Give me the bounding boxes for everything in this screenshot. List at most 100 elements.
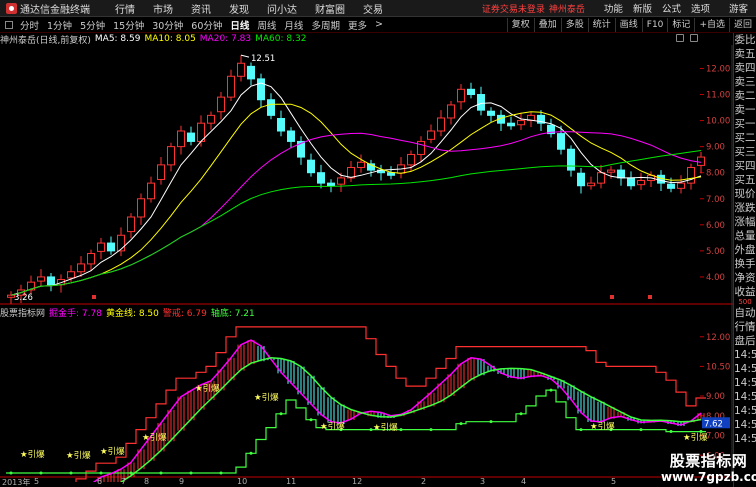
- sidebar-item-10[interactable]: 买五: [734, 173, 756, 187]
- kline-chart-area[interactable]: 4.005.006.007.008.009.0010.0011.0012.006…: [0, 45, 733, 482]
- sidebar-item-1[interactable]: 卖五: [734, 47, 756, 61]
- menu-zixun[interactable]: 资讯: [182, 1, 220, 16]
- period-30min[interactable]: 30分钟: [148, 18, 187, 32]
- layout-icon[interactable]: [5, 20, 13, 29]
- quote-sidebar: 委比 卖五 卖四 卖三 卖二 卖一 买一 买二 买三 买四 买五 现价 涨跌 涨幅 总量 外盘 换手 净资 收益 50…: [733, 33, 756, 487]
- main-ytick-label-7: 11.00: [706, 91, 730, 101]
- trading-app: { "app": {"title": "通达信金融终端", "menu": ["…: [0, 0, 756, 487]
- sidebar-item-11[interactable]: 现价: [734, 187, 756, 201]
- kline-candle: [267, 99, 275, 116]
- kline-candle: [157, 164, 165, 180]
- period-more[interactable]: 更多: [344, 18, 371, 32]
- sidebar-item-18[interactable]: 收益: [734, 285, 756, 299]
- menu-gongshi[interactable]: 公式: [657, 1, 686, 15]
- kline-candle: [317, 172, 325, 184]
- kline-candle: [127, 216, 135, 233]
- kline-candle: [607, 169, 615, 173]
- period-daily[interactable]: 日线: [226, 18, 253, 32]
- sidebar-item-19[interactable]: 500: [734, 299, 756, 306]
- zhoudi-dot: [579, 428, 583, 432]
- sidebar-item-0[interactable]: 委比: [734, 33, 756, 47]
- sidebar-item-23[interactable]: 14:50: [734, 348, 756, 362]
- zhoudi-dot: [39, 471, 43, 475]
- menu-jiaoyi[interactable]: 交易: [354, 1, 392, 16]
- sidebar-item-17[interactable]: 净资: [734, 271, 756, 285]
- sidebar-item-21[interactable]: 行情: [734, 320, 756, 334]
- kline-candle: [177, 130, 185, 148]
- tool-duogu[interactable]: 多股: [560, 17, 588, 32]
- sidebar-item-25[interactable]: 14:50: [734, 376, 756, 390]
- kline-candle: [167, 146, 175, 166]
- sidebar-item-26[interactable]: 14:50: [734, 390, 756, 404]
- sidebar-item-4[interactable]: 卖二: [734, 89, 756, 103]
- menu-wenxiaoda[interactable]: 问小达: [258, 1, 306, 16]
- tool-fuquan[interactable]: 复权: [506, 17, 534, 32]
- kline-candle: [37, 276, 45, 282]
- menu-gongneng[interactable]: 功能: [599, 1, 628, 15]
- sidebar-item-15[interactable]: 外盘: [734, 243, 756, 257]
- signal-label-4: ★引爆: [195, 383, 220, 394]
- period-5min[interactable]: 5分钟: [76, 18, 109, 32]
- sidebar-item-9[interactable]: 买四: [734, 159, 756, 173]
- menu-xinban[interactable]: 新版: [628, 1, 657, 15]
- zhoudi-dot: [399, 428, 403, 432]
- sidebar-item-8[interactable]: 买三: [734, 145, 756, 159]
- tool-huaxian[interactable]: 画线: [614, 17, 642, 32]
- login-notice[interactable]: 证券交易未登录: [482, 2, 549, 15]
- sidebar-item-28[interactable]: 14:50: [734, 418, 756, 432]
- menu-faxian[interactable]: 发现: [220, 1, 258, 16]
- kline-candle: [307, 159, 315, 174]
- signal-label-2: ★引爆: [100, 446, 125, 457]
- sidebar-item-6[interactable]: 买一: [734, 117, 756, 131]
- ind-ytick-label-4: 10.50: [706, 362, 730, 372]
- period-fenshi[interactable]: 分时: [16, 18, 43, 32]
- kline-candle: [447, 104, 455, 119]
- kline-candle: [487, 110, 495, 116]
- date-label-10: 3: [480, 477, 486, 486]
- sidebar-item-22[interactable]: 盘后: [734, 334, 756, 348]
- kline-candle: [697, 156, 705, 166]
- date-label-7: 11: [286, 477, 297, 486]
- period-multi[interactable]: 多周期: [307, 18, 344, 32]
- period-15min[interactable]: 15分钟: [109, 18, 148, 32]
- restore-icon[interactable]: [676, 34, 684, 42]
- menu-xuanxiang[interactable]: 选项: [686, 1, 715, 15]
- sidebar-item-13[interactable]: 涨幅: [734, 215, 756, 229]
- sidebar-item-12[interactable]: 涨跌: [734, 201, 756, 215]
- maximize-icon[interactable]: [690, 34, 698, 42]
- sidebar-item-20[interactable]: 自动: [734, 306, 756, 320]
- sidebar-item-14[interactable]: 总量: [734, 229, 756, 243]
- menu-shichang[interactable]: 市场: [144, 1, 182, 16]
- period-60min[interactable]: 60分钟: [187, 18, 226, 32]
- more-arrow-icon[interactable]: >: [371, 19, 387, 30]
- sidebar-item-29[interactable]: 14:50: [734, 432, 756, 446]
- sidebar-item-27[interactable]: 14:50: [734, 404, 756, 418]
- signal-label-3: ★引爆: [142, 432, 167, 443]
- menu-caifuquan[interactable]: 财富圈: [306, 1, 354, 16]
- sidebar-item-5[interactable]: 卖一: [734, 103, 756, 117]
- period-monthly[interactable]: 月线: [280, 18, 307, 32]
- chart-title: 神州泰岳(日线,前复权): [0, 35, 91, 46]
- sidebar-item-2[interactable]: 卖四: [734, 61, 756, 75]
- sidebar-item-7[interactable]: 买二: [734, 131, 756, 145]
- sidebar-item-16[interactable]: 换手: [734, 257, 756, 271]
- menu-hangqing[interactable]: 行情: [106, 1, 144, 16]
- period-weekly[interactable]: 周线: [253, 18, 280, 32]
- current-value-text: 7.62: [704, 419, 723, 429]
- kline-candle: [187, 132, 195, 142]
- tool-tongji[interactable]: 统计: [587, 17, 615, 32]
- tool-f10[interactable]: F10: [641, 17, 668, 32]
- tool-add-watchlist[interactable]: +自选: [694, 17, 729, 32]
- zhoudi-dot: [69, 471, 73, 475]
- guest-label[interactable]: 游客: [715, 1, 756, 15]
- tool-biaoji[interactable]: 标记: [667, 17, 694, 32]
- kline-candle: [217, 96, 225, 113]
- zhoudi-dot: [279, 412, 283, 416]
- zhoudi-dot: [159, 471, 163, 475]
- period-1min[interactable]: 1分钟: [43, 18, 76, 32]
- sidebar-item-24[interactable]: 14:50: [734, 362, 756, 376]
- title-bar: 通达信金融终端 行情 市场 资讯 发现 问小达 财富圈 交易 证券交易未登录 神…: [0, 0, 756, 17]
- tool-back[interactable]: 返回: [728, 17, 756, 32]
- tool-diejia[interactable]: 叠加: [533, 17, 561, 32]
- sidebar-item-3[interactable]: 卖三: [734, 75, 756, 89]
